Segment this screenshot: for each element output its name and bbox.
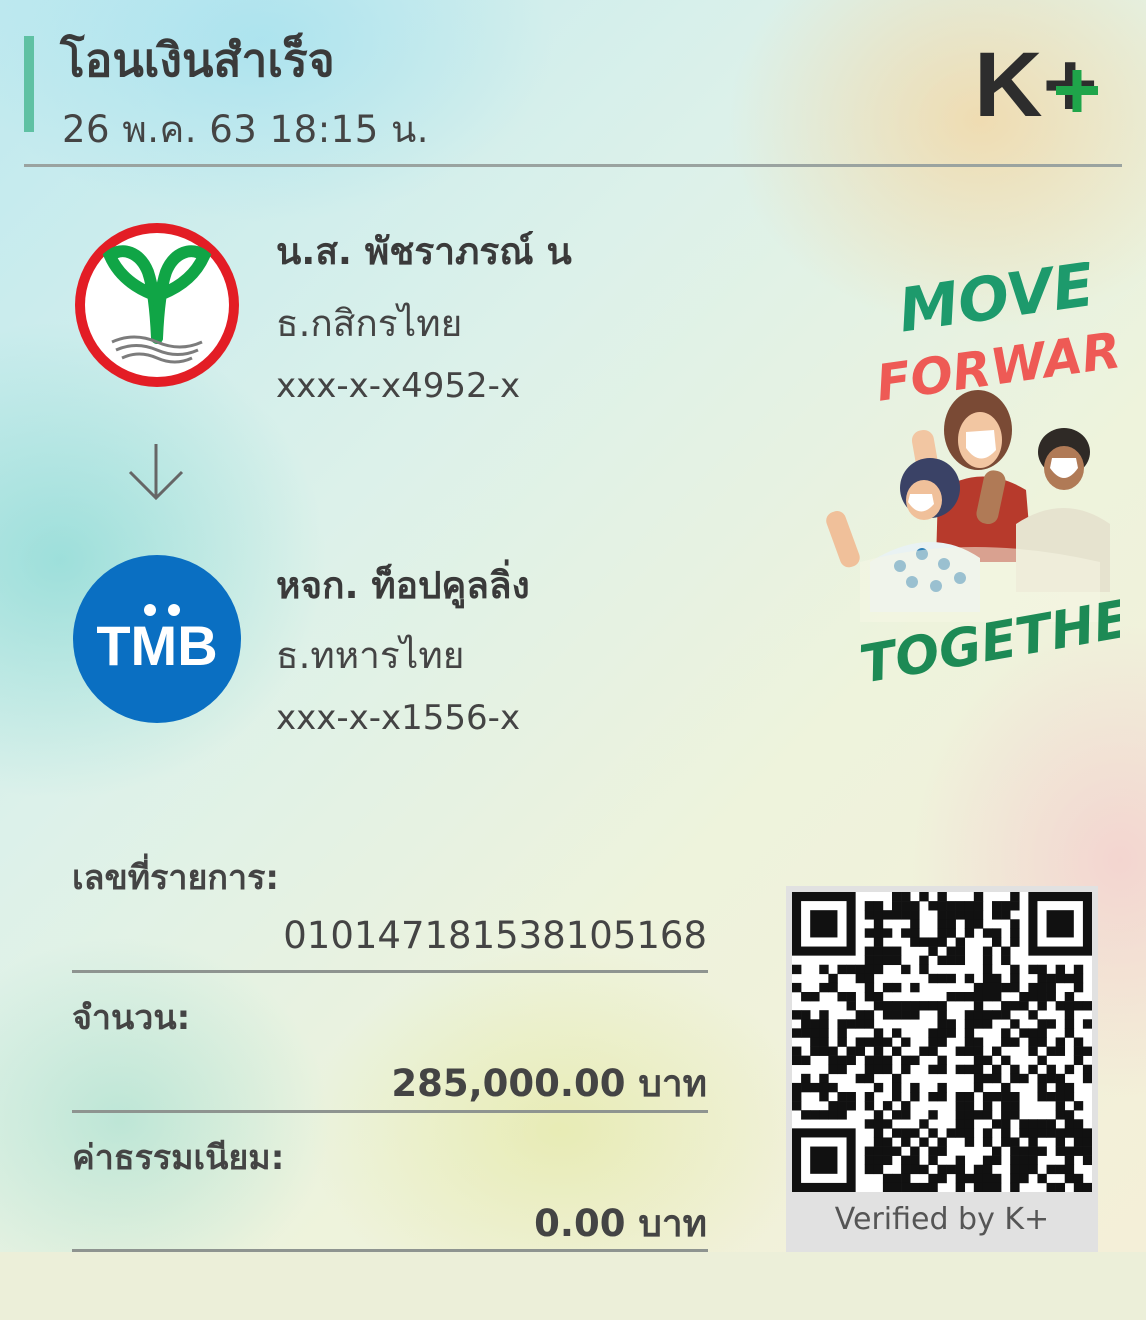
arrow-down-icon [128, 444, 184, 501]
tmb-bank-logo-icon: TMB [73, 555, 241, 723]
transaction-id-value: 010147181538105168 [283, 914, 707, 957]
receiver-name: หจก. ท็อปคูลลิ่ง [276, 564, 530, 607]
amount-value: 285,000.00 บาท [391, 1062, 707, 1105]
transaction-divider [72, 970, 708, 973]
amount-divider [72, 1110, 708, 1113]
tmb-logo-text: TMB [96, 614, 217, 677]
qr-caption: Verified by K+ [834, 1202, 1050, 1237]
transfer-slip: โอนเงินสำเร็จ 26 พ.ค. 63 18:15 น. K+ น.ส… [0, 0, 1146, 1252]
qr-code-icon[interactable] [792, 892, 1093, 1193]
transaction-id-label: เลขที่รายการ: [72, 858, 279, 898]
page-title: โอนเงินสำเร็จ [60, 33, 335, 87]
amount-label: จำนวน: [72, 998, 191, 1038]
sender-account: xxx-x-x4952-x [276, 366, 521, 406]
kasikorn-bank-logo-icon [75, 223, 239, 387]
fee-value: 0.00 บาท [534, 1202, 707, 1245]
fee-label: ค่าธรรมเนียม: [72, 1138, 285, 1178]
move-forward-together-promo: MOVE FORWARD TOGETHER [826, 262, 1120, 692]
sender-bank: ธ.กสิกรไทย [276, 302, 463, 345]
header-divider [24, 164, 1122, 167]
qr-verification-box: Verified by K+ [786, 886, 1098, 1252]
transfer-datetime: 26 พ.ค. 63 18:15 น. [62, 108, 430, 151]
title-accent-bar [24, 36, 34, 132]
footer-bar [0, 1252, 1146, 1320]
receiver-bank: ธ.ทหารไทย [276, 634, 465, 677]
receiver-account: xxx-x-x1556-x [276, 698, 521, 738]
sender-name: น.ส. พัชราภรณ์ น [276, 230, 572, 273]
kplus-logo-icon: K+ [974, 44, 1098, 120]
